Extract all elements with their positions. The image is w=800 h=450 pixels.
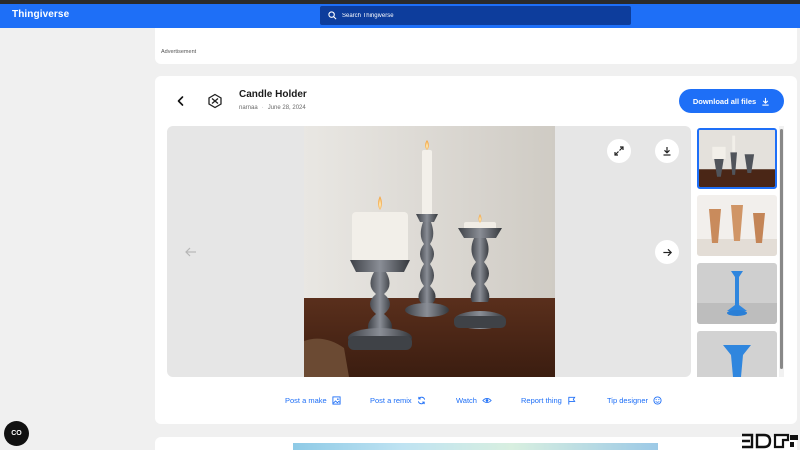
report-thing-button[interactable]: Report thing xyxy=(521,396,576,405)
thumbnail-3[interactable] xyxy=(697,263,777,324)
author-link[interactable]: narnaa xyxy=(239,105,258,111)
post-a-make-button[interactable]: Post a make xyxy=(285,396,341,405)
3d-brand-logo-icon xyxy=(742,433,798,449)
report-thing-label: Report thing xyxy=(521,396,562,405)
thing-title: Candle Holder xyxy=(239,89,307,100)
tip-designer-button[interactable]: Tip designer xyxy=(607,396,662,405)
publish-date: June 28, 2024 xyxy=(267,105,306,111)
post-a-remix-button[interactable]: Post a remix xyxy=(370,396,426,405)
post-a-make-label: Post a make xyxy=(285,396,327,405)
download-icon xyxy=(663,147,671,156)
image-viewer[interactable] xyxy=(167,126,691,377)
thumbnail-1[interactable] xyxy=(697,128,777,189)
download-all-files-button[interactable]: Download all files xyxy=(679,89,784,113)
next-image-button[interactable] xyxy=(655,240,679,264)
thumbnail-strip[interactable] xyxy=(697,126,779,377)
search-bar[interactable] xyxy=(320,6,631,25)
eye-icon xyxy=(482,398,492,403)
advertisement-label: Advertisement xyxy=(161,49,197,55)
download-icon xyxy=(762,97,769,106)
cookie-consent-label: CO xyxy=(11,430,22,437)
watch-label: Watch xyxy=(456,396,477,405)
advertisement-banner-image[interactable] xyxy=(293,443,658,450)
thumbnail-2[interactable] xyxy=(697,195,777,256)
post-a-remix-label: Post a remix xyxy=(370,396,412,405)
arrow-right-icon xyxy=(662,248,672,256)
tip-designer-label: Tip designer xyxy=(607,396,648,405)
main-photo xyxy=(304,126,555,377)
search-icon xyxy=(328,11,337,20)
cookie-consent-button[interactable]: CO xyxy=(4,421,29,446)
refresh-icon xyxy=(417,396,425,405)
navbar: Thingiverse xyxy=(0,4,800,28)
download-image-button[interactable] xyxy=(655,139,679,163)
expand-icon xyxy=(614,146,624,156)
previous-image-arrow-icon[interactable] xyxy=(184,245,198,259)
thing-meta: narnaa · June 28, 2024 xyxy=(239,105,306,111)
back-arrow-icon[interactable] xyxy=(174,94,188,108)
image-icon xyxy=(332,396,341,405)
watch-button[interactable]: Watch xyxy=(456,396,492,405)
advertisement-top: Advertisement xyxy=(155,28,797,64)
thing-hex-logo-icon xyxy=(208,93,222,109)
search-input[interactable] xyxy=(342,12,622,19)
download-all-label: Download all files xyxy=(692,96,757,106)
thumbnail-4[interactable] xyxy=(697,331,777,377)
fullscreen-button[interactable] xyxy=(607,139,631,163)
brand-logo[interactable]: Thingiverse xyxy=(12,9,69,20)
smile-icon xyxy=(653,396,662,405)
thumbnail-scrollbar[interactable] xyxy=(779,126,784,377)
flag-icon xyxy=(568,396,576,405)
